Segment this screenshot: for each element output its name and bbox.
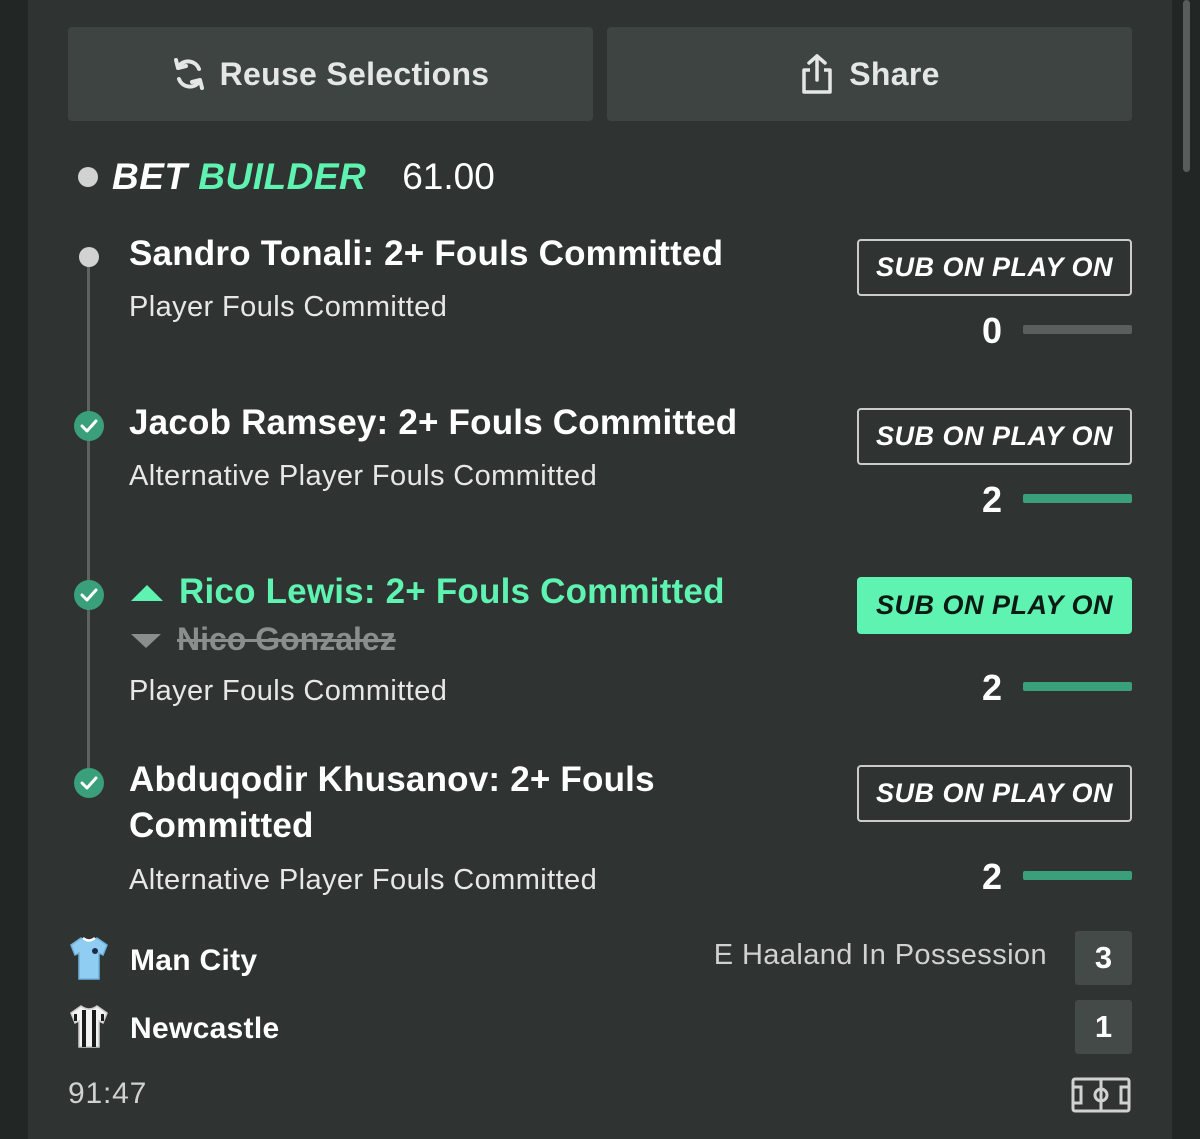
bet-builder-title: BET BUILDER [112,156,367,197]
away-team: Newcastle [68,1003,279,1054]
share-label: Share [849,55,940,92]
selection-title: Sandro Tonali: 2+ Fouls Committed [129,234,724,273]
refresh-icon [172,55,206,93]
bet-builder-header: BET BUILDER 61.00 [78,152,495,202]
newcastle-shirt-icon [68,1003,110,1054]
subbed-out-player-name: Nico Gonzalez [177,621,396,657]
selection-title-line2: Committed [129,806,314,845]
home-score: 3 [1075,931,1132,985]
selection-title-text: Rico Lewis: 2+ Fouls Committed [179,572,725,611]
home-team-name: Man City [130,943,258,977]
pitch-view-icon[interactable] [1071,1077,1131,1118]
possession-status: E Haaland In Possession [713,939,1047,971]
progress-bar [1023,682,1132,691]
selection-market: Alternative Player Fouls Committed [129,460,598,492]
sub-on-play-on-button[interactable]: SUB ON PLAY ON [857,577,1132,634]
bet-odds: 61.00 [402,156,495,197]
stat-count: 2 [981,479,1003,520]
away-score: 1 [1075,1000,1132,1054]
scrollbar[interactable] [1183,0,1190,172]
stat-count: 2 [981,667,1003,708]
progress-bar [1023,325,1132,334]
sub-on-play-on-button[interactable]: SUB ON PLAY ON [857,408,1132,465]
selection-market: Player Fouls Committed [129,291,448,323]
selection-title: Rico Lewis: 2+ Fouls Committed [129,569,725,615]
progress-bar [1023,494,1132,503]
share-icon [799,53,835,95]
match-clock: 91:47 [68,1077,148,1110]
selection-market: Player Fouls Committed [129,675,448,707]
selection-title: Jacob Ramsey: 2+ Fouls Committed [129,403,738,442]
home-team: Man City [68,935,257,986]
selection-market: Alternative Player Fouls Committed [129,864,598,896]
check-circle-icon [74,580,104,610]
man-city-shirt-icon [68,935,110,986]
sub-in-arrow-icon [129,569,165,615]
check-circle-icon [74,768,104,798]
reuse-selections-button[interactable]: Reuse Selections [68,27,593,121]
progress-bar [1023,871,1132,880]
check-circle-icon [74,411,104,441]
sub-on-play-on-button[interactable]: SUB ON PLAY ON [857,765,1132,822]
selection-title: Abduqodir Khusanov: 2+ Fouls Committed [129,757,655,849]
subbed-out-player: Nico Gonzalez [129,621,396,658]
sub-out-arrow-icon [129,621,163,658]
pending-dot-icon [79,247,99,267]
share-button[interactable]: Share [607,27,1132,121]
stat-count: 2 [981,856,1003,897]
timeline-line [87,258,90,785]
reuse-selections-label: Reuse Selections [219,55,490,92]
status-dot [78,167,98,187]
sub-on-play-on-button[interactable]: SUB ON PLAY ON [857,239,1132,296]
stat-count: 0 [981,310,1003,351]
away-team-name: Newcastle [130,1011,280,1045]
selection-title-line1: Abduqodir Khusanov: 2+ Fouls [129,760,655,799]
